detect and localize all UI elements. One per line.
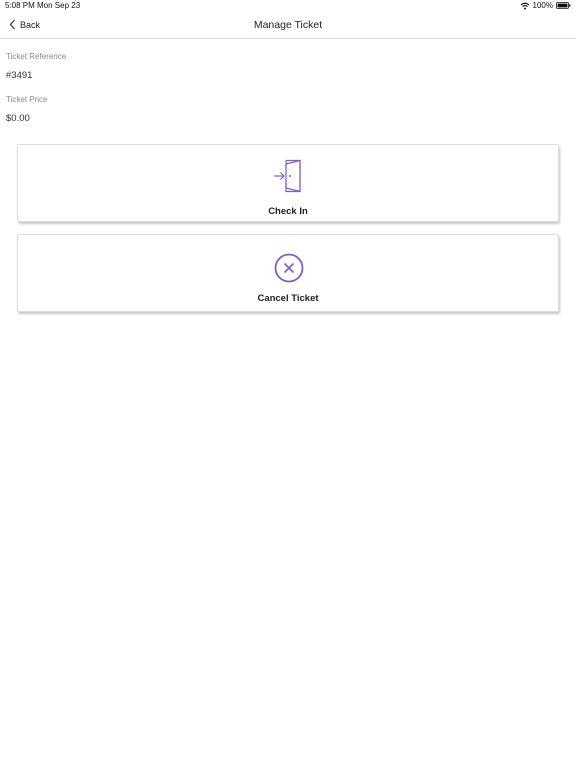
ticket-reference-label: Ticket Reference	[6, 52, 67, 61]
page-title: Manage Ticket	[253, 19, 323, 31]
ticket-price-value: $0.00	[6, 113, 30, 124]
ticket-reference-field: Ticket Reference #3491	[6, 52, 66, 81]
ticket-price-field: Ticket Price $0.00	[6, 95, 48, 124]
check-in-label: Check In	[268, 206, 308, 217]
wifi-icon	[520, 2, 529, 10]
status-bar: 5:08 PM Mon Sep 23 100%	[0, 0, 576, 12]
status-time: 5:08 PM	[5, 1, 35, 10]
ticket-reference-value: #3491	[6, 70, 33, 81]
status-date: Mon Sep 23	[37, 1, 81, 10]
cancel-circle-icon	[274, 253, 304, 283]
check-in-button[interactable]: Check In	[17, 144, 559, 222]
ticket-price-label: Ticket Price	[6, 95, 48, 104]
door-enter-icon	[274, 159, 301, 193]
cancel-ticket-label: Cancel Ticket	[257, 293, 319, 304]
status-indicators: 100%	[520, 1, 571, 10]
battery-icon	[556, 2, 571, 9]
navigation-bar: Back Manage Ticket	[0, 12, 576, 39]
battery-percent: 100%	[532, 1, 553, 10]
cancel-ticket-button[interactable]: Cancel Ticket	[17, 234, 559, 312]
